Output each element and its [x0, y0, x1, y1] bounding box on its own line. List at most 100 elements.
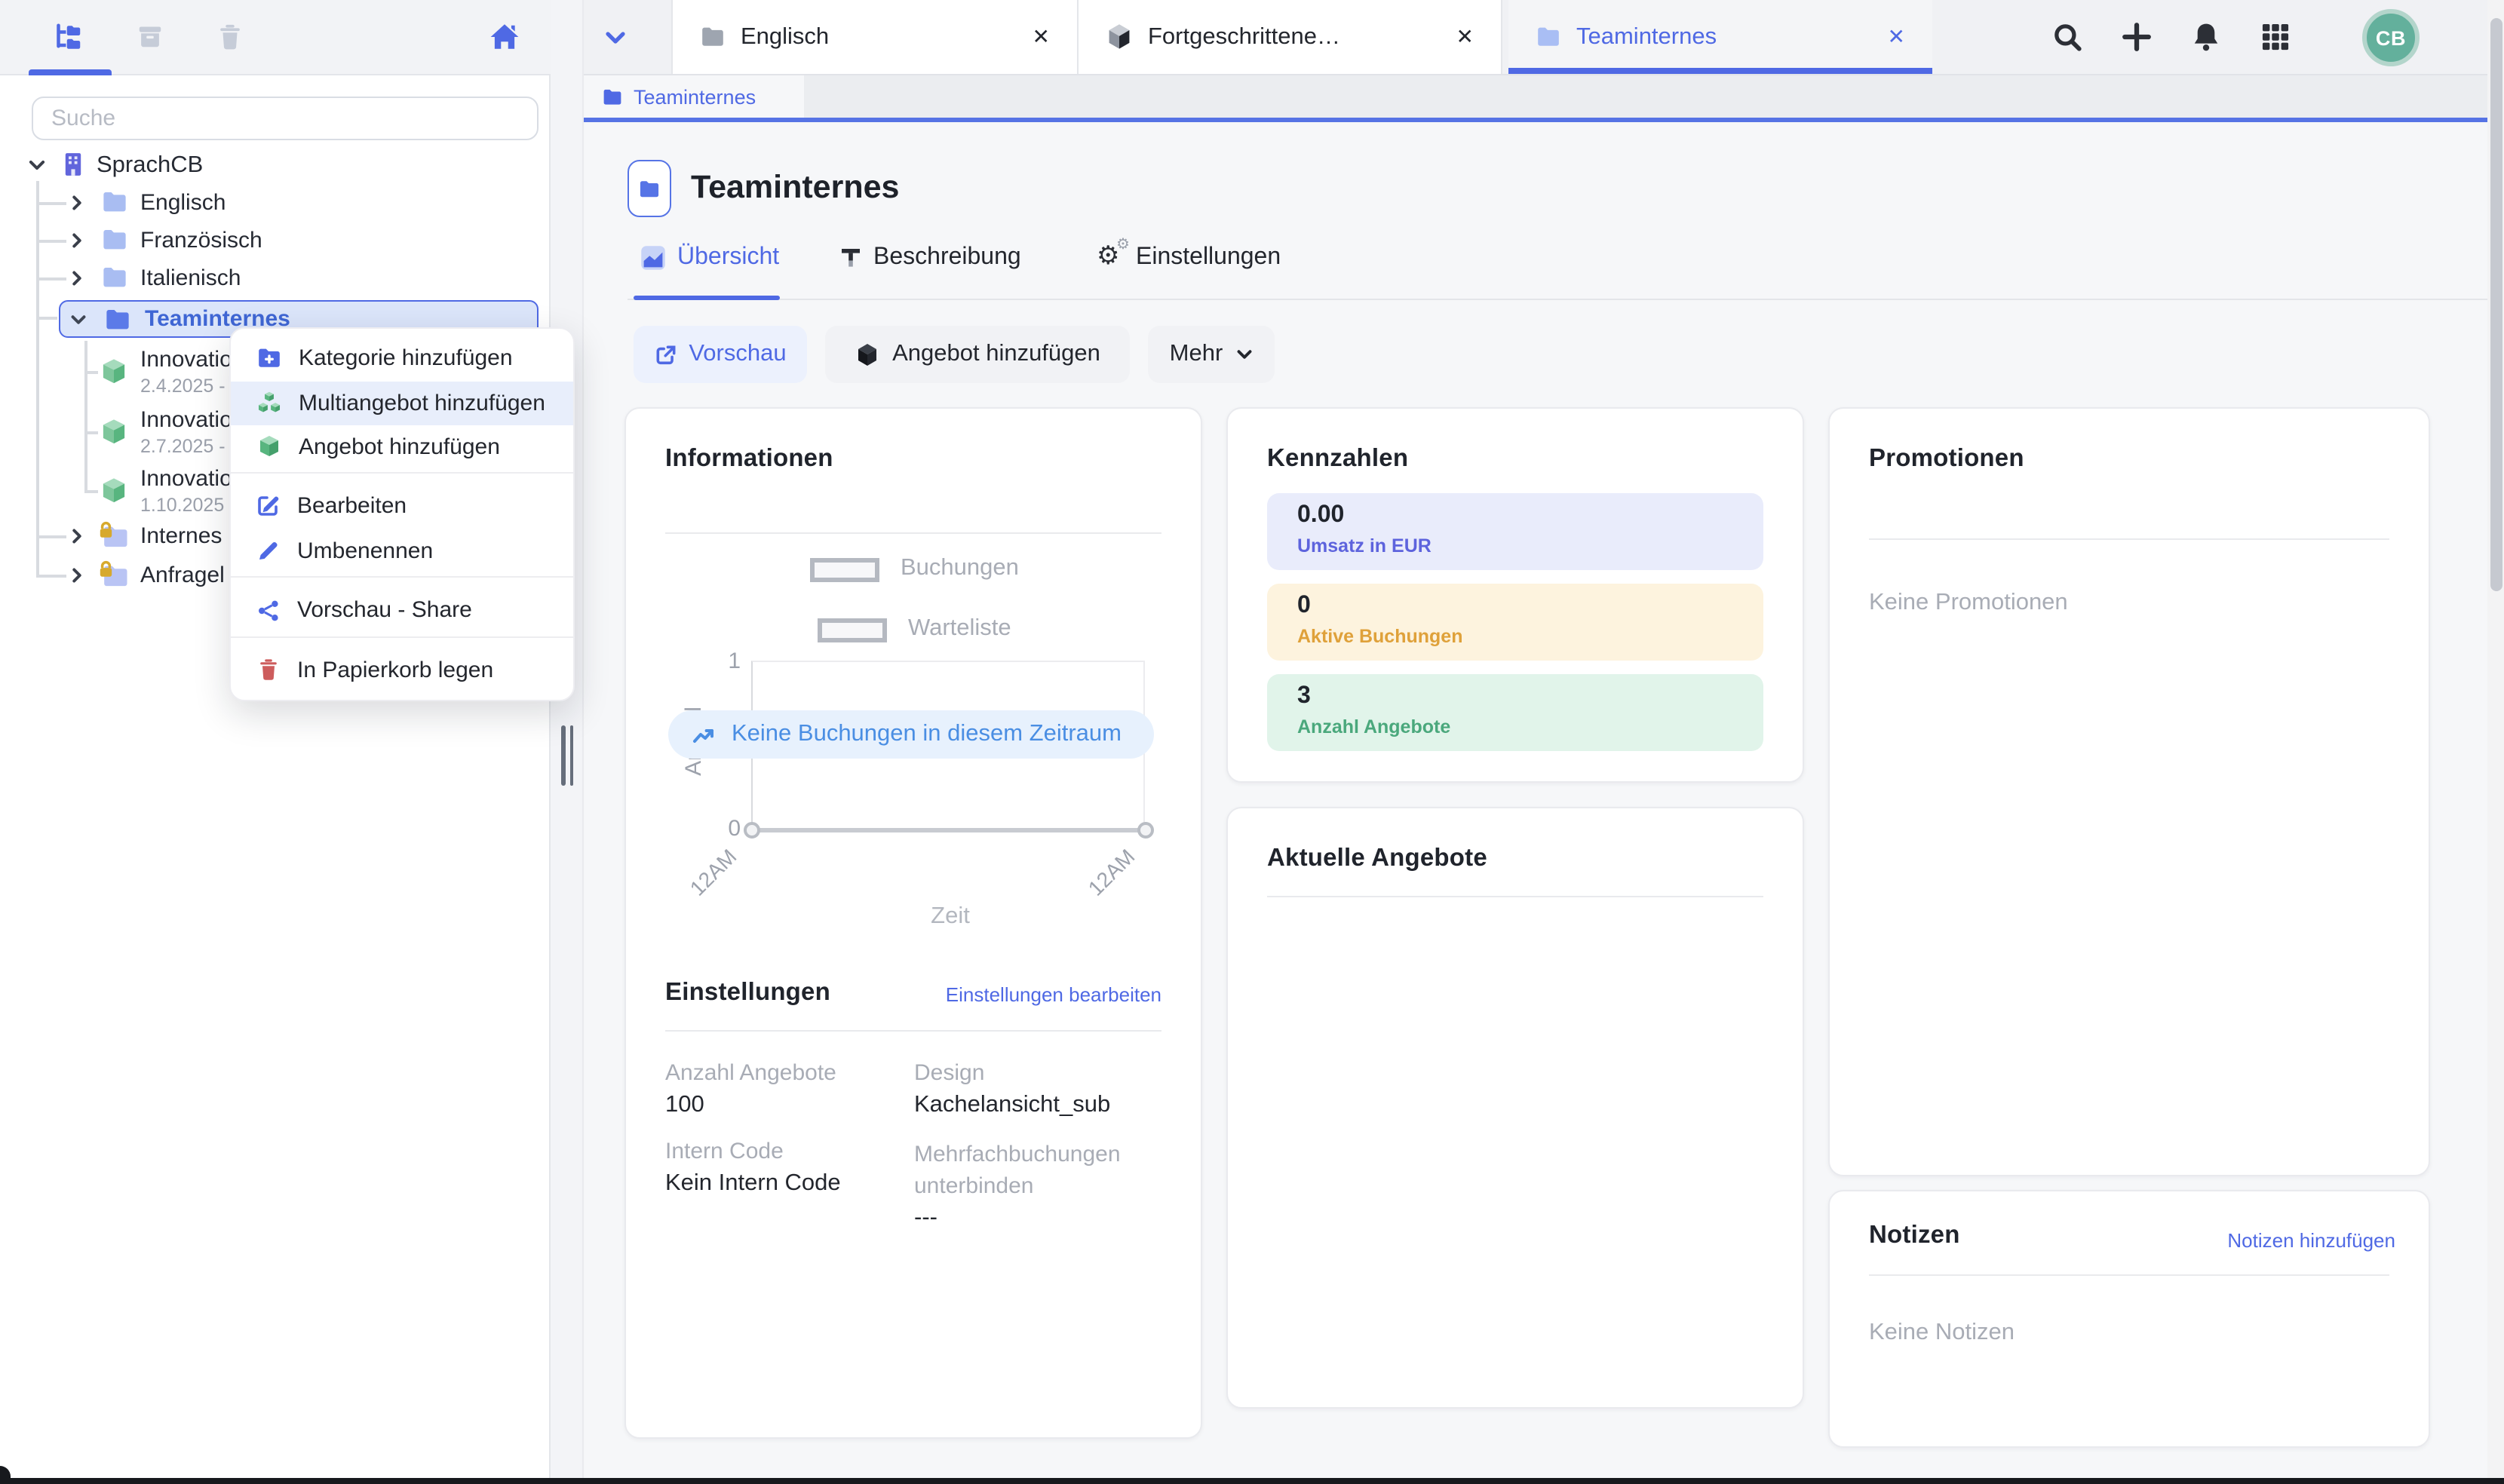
tab-beschreibung[interactable]: Beschreibung — [873, 244, 1021, 271]
overview-chart-icon — [640, 244, 667, 271]
divider — [665, 532, 1161, 534]
add-offer-button-label: Angebot hinzufügen — [892, 341, 1100, 368]
close-icon[interactable]: ✕ — [1033, 24, 1050, 50]
page-title: Teaminternes — [691, 169, 899, 207]
legend-label: Buchungen — [901, 555, 1019, 582]
splitter-handle[interactable] — [561, 725, 565, 786]
divider — [1869, 538, 2389, 540]
breadcrumb[interactable]: Teaminternes — [634, 86, 756, 109]
sidebar: SprachCB Englisch Französisch Italienisc… — [0, 0, 551, 1484]
add-note-link[interactable]: Notizen hinzufügen — [2227, 1229, 2395, 1252]
menu-item-umbenennen[interactable]: Umbenennen — [231, 529, 573, 573]
menu-item-bearbeiten[interactable]: Bearbeiten — [231, 483, 573, 528]
edit-settings-link[interactable]: Einstellungen bearbeiten — [946, 983, 1161, 1006]
tree-connector-stub — [36, 277, 66, 280]
home-icon[interactable] — [489, 21, 520, 53]
sidebar-splitter[interactable] — [551, 0, 584, 1484]
avatar[interactable]: CB — [2362, 9, 2420, 66]
tree-connector-stub — [84, 490, 98, 492]
settings-section-title: Einstellungen — [665, 979, 830, 1007]
tree-view-icon[interactable] — [53, 23, 83, 53]
menu-item-multiangebot-hinzufuegen[interactable]: Multiangebot hinzufügen — [231, 381, 573, 425]
avatar-initials: CB — [2376, 26, 2406, 49]
tree-item[interactable]: Französisch — [140, 228, 262, 253]
tree-item-offer[interactable]: Innovatio — [140, 466, 232, 492]
folder-icon — [101, 265, 128, 290]
chevron-right-icon[interactable] — [68, 231, 86, 250]
line-chart-icon — [692, 722, 717, 747]
folder-icon — [638, 179, 661, 198]
active-section-tab-underline — [634, 295, 780, 300]
chevron-down-icon[interactable] — [69, 311, 87, 329]
tabs-chevron-down-icon[interactable] — [603, 26, 628, 50]
close-icon[interactable]: ✕ — [1888, 24, 1905, 50]
card-title: Kennzahlen — [1267, 445, 1408, 474]
tree-item-root[interactable]: SprachCB — [97, 152, 203, 179]
menu-separator — [231, 576, 573, 578]
tree-item-locked[interactable]: Internes — [140, 523, 222, 549]
splitter-handle[interactable] — [569, 725, 573, 786]
cube-icon — [256, 435, 282, 461]
add-offer-button[interactable]: Angebot hinzufügen — [825, 326, 1130, 383]
x-tick: 12AM — [685, 834, 751, 900]
tree-connector-vertical-sub — [84, 341, 87, 490]
notifications-bell-icon[interactable] — [2190, 21, 2222, 53]
menu-item-in-papierkorb-legen[interactable]: In Papierkorb legen — [231, 648, 573, 692]
folder-icon — [104, 308, 131, 332]
menu-separator — [231, 636, 573, 637]
menu-item-label: Kategorie hinzufügen — [299, 346, 513, 372]
tree-item-locked[interactable]: Anfragel — [140, 563, 225, 588]
card-title: Promotionen — [1869, 445, 2024, 474]
tree-item[interactable]: Italienisch — [140, 265, 241, 291]
archive-icon[interactable] — [136, 23, 164, 51]
y-tick-1: 1 — [710, 648, 741, 674]
chevron-down-icon — [1235, 345, 1253, 363]
tree-connector-stub — [36, 240, 66, 242]
field-label: Mehrfachbuchungen unterbinden — [914, 1139, 1155, 1202]
active-toolbar-underline — [29, 69, 112, 75]
folder-icon — [101, 190, 128, 214]
offer-dates: 2.4.2025 - 2 — [140, 376, 241, 397]
tab-einstellungen[interactable]: Einstellungen — [1136, 244, 1281, 271]
more-button[interactable]: Mehr — [1148, 326, 1275, 383]
chevron-right-icon[interactable] — [68, 193, 86, 213]
external-link-icon — [654, 343, 677, 366]
document-tab[interactable]: Englisch ✕ — [671, 0, 1079, 74]
field-label: Intern Code — [665, 1139, 784, 1164]
menu-item-vorschau-share[interactable]: Vorschau - Share — [231, 588, 573, 633]
divider — [1869, 1274, 2389, 1276]
offer-dates: 2.7.2025 - 2 — [140, 436, 241, 457]
stat-value: 3 — [1297, 683, 1311, 710]
tab-label: Englisch — [741, 23, 1017, 51]
search-icon[interactable] — [2051, 21, 2083, 53]
field-value: --- — [914, 1205, 937, 1232]
tree-item-offer[interactable]: Innovatio — [140, 347, 232, 373]
card-title: Notizen — [1869, 1222, 1960, 1250]
chevron-right-icon[interactable] — [68, 526, 86, 546]
tree-item-offer[interactable]: Innovatio — [140, 407, 232, 433]
card-kennzahlen: Kennzahlen 0.00 Umsatz in EUR 0 Aktive B… — [1226, 407, 1804, 783]
search-input[interactable] — [32, 97, 539, 140]
menu-item-angebot-hinzufuegen[interactable]: Angebot hinzufügen — [231, 425, 573, 470]
tree-item[interactable]: Englisch — [140, 190, 226, 216]
apps-grid-icon[interactable] — [2260, 21, 2291, 53]
document-tab-active[interactable]: Teaminternes ✕ — [1508, 0, 1932, 74]
menu-item-label: Angebot hinzufügen — [299, 435, 500, 461]
chart-empty-pill: Keine Buchungen in diesem Zeitraum — [668, 710, 1154, 759]
document-tab[interactable]: Fortgeschrittene… ✕ — [1079, 0, 1502, 74]
menu-item-label: Multiangebot hinzufügen — [299, 391, 545, 416]
chevron-right-icon[interactable] — [68, 566, 86, 585]
close-icon[interactable]: ✕ — [1456, 24, 1474, 50]
scrollbar-thumb[interactable] — [2490, 18, 2502, 591]
context-menu: Kategorie hinzufügen Multiangebot hinzuf… — [229, 327, 575, 701]
window-bottom-edge — [0, 1478, 2504, 1484]
card-informationen: Informationen Buchungen Warteliste 1 0 A… — [624, 407, 1202, 1439]
menu-item-kategorie-hinzufuegen[interactable]: Kategorie hinzufügen — [231, 336, 573, 381]
add-icon[interactable] — [2121, 21, 2153, 53]
preview-button[interactable]: Vorschau — [634, 326, 807, 383]
chevron-right-icon[interactable] — [68, 268, 86, 288]
tab-uebersicht[interactable]: Übersicht — [677, 244, 779, 271]
chevron-down-icon[interactable] — [27, 155, 47, 175]
offer-cube-icon — [100, 477, 128, 507]
trash-icon[interactable] — [216, 23, 244, 51]
